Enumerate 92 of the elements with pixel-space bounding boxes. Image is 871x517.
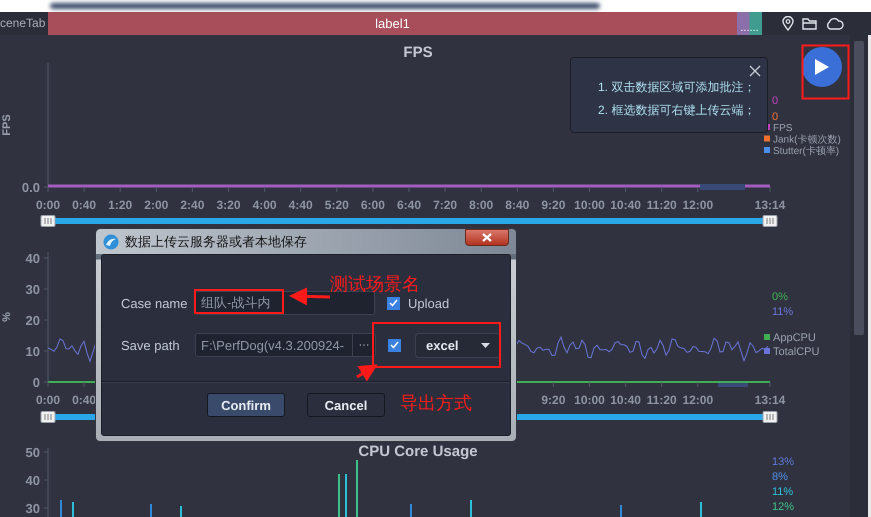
axis-tick-label: 30 — [26, 501, 40, 516]
save-path-field[interactable]: F:\PerfDog(v4.3.200924- — [195, 333, 353, 357]
axis-tick-label: 50 — [26, 445, 40, 460]
time-tick-label: 3:20 — [216, 198, 241, 212]
time-tick-label: 5:20 — [324, 198, 349, 212]
field-label: Save path — [121, 338, 181, 352]
axis-tick-label: 0 — [32, 375, 40, 390]
close-icon — [482, 233, 492, 242]
time-tick-label: 0:40 — [72, 198, 96, 212]
legend-label: Jank(卡顿次数) — [773, 134, 841, 146]
legend-label: AppCPU — [773, 332, 816, 344]
scene-tab[interactable]: ceneTab — [0, 12, 48, 35]
time-tick-label: 0:00 — [36, 393, 60, 407]
time-tick-label: 11:20 — [646, 198, 677, 212]
axis-tick-label: 10 — [26, 344, 40, 359]
stutter-marker — [718, 383, 748, 387]
location-pin-icon[interactable] — [782, 16, 794, 31]
caret-icon — [481, 342, 490, 348]
close-button[interactable] — [465, 229, 509, 246]
current-value: 0% — [772, 291, 788, 303]
time-tick-label: 2:00 — [144, 198, 168, 212]
legend-label: Stutter(卡顿率) — [773, 146, 840, 157]
time-tick-label: 2:40 — [180, 198, 204, 212]
time-tick-label: 8:00 — [469, 198, 494, 212]
cloud-icon[interactable] — [825, 17, 844, 30]
annotation-arrow — [289, 287, 330, 306]
time-tick-label: 8:40 — [505, 198, 530, 212]
time-tick-label: 4:40 — [288, 198, 313, 212]
time-tick-label: 0:40 — [72, 393, 96, 407]
label-tab[interactable]: label1 — [48, 12, 737, 35]
time-tick-label: 13:14 — [754, 393, 786, 407]
time-tick-label: 7:20 — [433, 198, 458, 212]
time-tick-label: 12:00 — [682, 393, 714, 407]
slider-handle[interactable] — [40, 411, 56, 423]
current-value: 12% — [772, 501, 794, 513]
stutter-marker — [700, 184, 745, 190]
dialog-button[interactable]: Confirm — [207, 393, 285, 417]
time-tick-label: 6:00 — [360, 198, 385, 212]
current-value: 0 — [772, 95, 778, 107]
dialog-button[interactable]: Cancel — [307, 393, 385, 417]
scrollbar[interactable] — [850, 35, 871, 517]
overflow-tab[interactable]: ...... — [737, 12, 762, 35]
time-tick-label: 4:00 — [252, 198, 277, 212]
checkbox[interactable] — [387, 296, 400, 310]
browse-button[interactable]: ··· — [353, 333, 376, 357]
time-tick-label: 12:00 — [682, 198, 714, 212]
time-tick-label: 10:00 — [574, 393, 605, 407]
time-tick-label: 11:20 — [646, 393, 677, 407]
chart-title: CPU Core Usage — [358, 443, 478, 460]
current-value: 8% — [772, 471, 788, 483]
time-tick-label: 1:20 — [108, 198, 132, 212]
axis-tick-label: 40 — [26, 473, 40, 488]
app-icon — [103, 234, 119, 250]
folder-icon[interactable] — [802, 17, 817, 30]
format-dropdown[interactable]: excel — [415, 332, 501, 358]
current-value: 0 — [772, 111, 778, 123]
checkbox-label: Upload — [408, 296, 450, 310]
dialog-title: 数据上传云服务器或者本地保存 — [125, 232, 307, 250]
time-tick-label: 13:14 — [754, 198, 786, 212]
close-icon[interactable] — [749, 65, 761, 77]
slider-handle[interactable] — [762, 215, 778, 227]
time-tick-label: 10:00 — [574, 198, 605, 212]
axis-tick-label: 40 — [26, 251, 40, 266]
current-value: 13% — [772, 456, 794, 468]
time-tick-label: 9:20 — [541, 393, 566, 407]
slider-handle[interactable] — [762, 411, 778, 423]
checkbox[interactable] — [388, 338, 401, 352]
axis-tick-label: 0.0 — [22, 180, 40, 195]
axis-tick-label: 20 — [26, 313, 40, 328]
current-value: 11% — [772, 486, 794, 498]
axis-label: % — [1, 312, 13, 322]
axis-tick-label: 30 — [26, 282, 40, 297]
time-tick-label: 9:20 — [541, 198, 566, 212]
current-value: 11% — [772, 306, 794, 318]
tooltip-text: 2. 框选数据可右键上传云端； — [598, 102, 756, 119]
chart-title: FPS — [403, 44, 433, 61]
annotation-text: 导出方式 — [400, 392, 472, 415]
legend-label: FPS — [773, 123, 792, 134]
time-tick-label: 6:40 — [396, 198, 422, 212]
time-tick-label: 10:40 — [610, 393, 641, 407]
time-tick-label: 0:00 — [36, 198, 60, 212]
field-label: Case name — [121, 296, 188, 310]
annotation-box — [802, 44, 850, 100]
legend-label: TotalCPU — [773, 346, 820, 358]
tooltip-text: 1. 双击数据区域可添加批注； — [598, 79, 756, 96]
axis-label: FPS — [1, 114, 13, 136]
time-tick-label: 10:40 — [610, 198, 641, 212]
scrollbar-thumb[interactable] — [854, 41, 864, 335]
slider-handle[interactable] — [40, 215, 56, 227]
play-icon — [814, 58, 830, 76]
play-button[interactable] — [802, 47, 842, 87]
annotation-arrow — [356, 364, 378, 382]
